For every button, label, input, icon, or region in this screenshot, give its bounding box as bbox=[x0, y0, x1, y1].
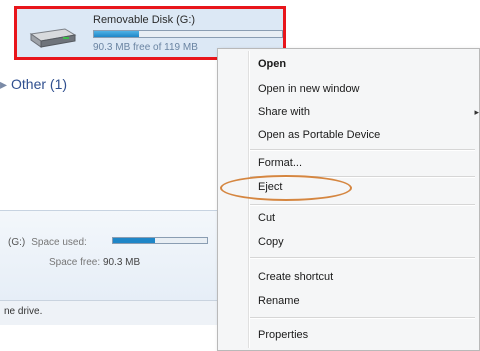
details-space-used: (G:) Space used: bbox=[8, 237, 87, 248]
details-drive-suffix: (G:) bbox=[8, 237, 26, 248]
drive-free-space: 90.3 MB free of 119 MB bbox=[93, 42, 198, 53]
menu-item-open[interactable]: Open bbox=[258, 58, 286, 70]
eject-highlight-oval bbox=[220, 175, 352, 201]
menu-item-share-with[interactable]: Share with bbox=[258, 106, 310, 118]
space-used-label: Space used: bbox=[31, 237, 87, 248]
drive-capacity-bar bbox=[93, 30, 283, 38]
drive-capacity-fill bbox=[94, 31, 140, 37]
space-free-label: Space free: bbox=[49, 257, 101, 268]
menu-item-rename[interactable]: Rename bbox=[258, 295, 300, 307]
space-free-value: 90.3 MB bbox=[102, 257, 141, 268]
status-bar: ne drive. bbox=[0, 300, 222, 325]
menu-item-format[interactable]: Format... bbox=[258, 157, 302, 169]
menu-separator bbox=[250, 149, 475, 151]
group-header-other[interactable]: ▸ Other (1) bbox=[0, 76, 67, 93]
drive-name: Removable Disk (G:) bbox=[93, 14, 196, 26]
menu-separator bbox=[250, 204, 475, 206]
menu-item-properties[interactable]: Properties bbox=[258, 329, 308, 341]
menu-separator bbox=[250, 257, 475, 259]
details-pane: (G:) Space used: Space free: 90.3 MB bbox=[0, 210, 220, 301]
details-space-free: Space free: 90.3 MB bbox=[49, 257, 140, 268]
menu-item-copy[interactable]: Copy bbox=[258, 236, 284, 248]
menu-item-cut[interactable]: Cut bbox=[258, 212, 275, 224]
menu-item-open-portable-device[interactable]: Open as Portable Device bbox=[258, 129, 380, 141]
menu-icon-gutter bbox=[248, 51, 250, 348]
group-label: Other (1) bbox=[11, 76, 68, 92]
context-menu: Open Open in new window Share with ▸ Ope… bbox=[217, 48, 480, 351]
menu-item-create-shortcut[interactable]: Create shortcut bbox=[258, 271, 333, 283]
details-capacity-bar bbox=[112, 237, 208, 244]
expand-icon: ▸ bbox=[0, 76, 8, 92]
menu-item-open-new-window[interactable]: Open in new window bbox=[258, 83, 360, 95]
usb-drive-icon bbox=[29, 28, 77, 48]
details-capacity-fill bbox=[113, 238, 156, 243]
menu-separator bbox=[250, 317, 475, 319]
submenu-arrow-icon: ▸ bbox=[474, 107, 479, 117]
status-text: ne drive. bbox=[4, 306, 43, 317]
